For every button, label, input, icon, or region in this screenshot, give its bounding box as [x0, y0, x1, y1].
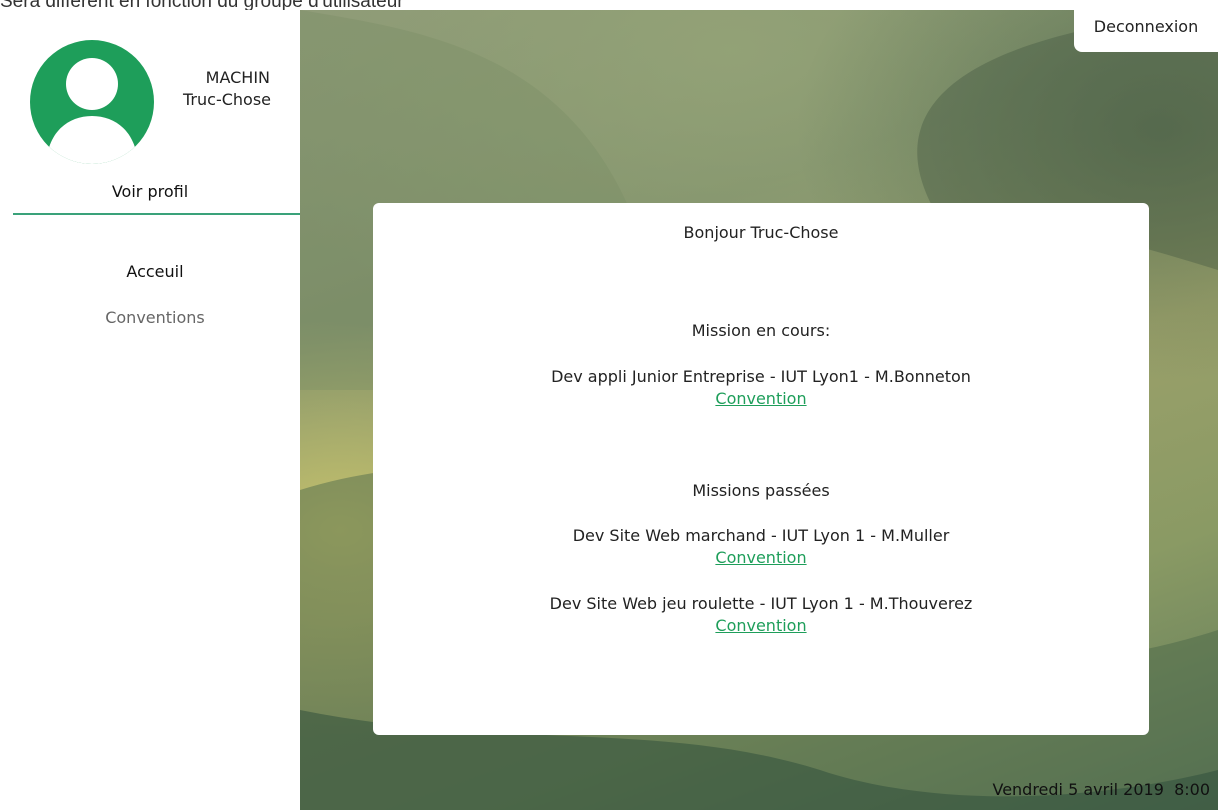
past-mission-title: Dev Site Web jeu roulette - IUT Lyon 1 -… [549, 594, 973, 613]
current-missions-heading: Mission en cours: [691, 321, 831, 340]
datetime-display: Vendredi 5 avril 2019 8:00 [992, 780, 1210, 799]
logout-button[interactable]: Deconnexion [1074, 10, 1218, 52]
view-profile-link[interactable]: Voir profil [0, 182, 300, 201]
user-last-name: MACHIN [205, 68, 270, 87]
sidebar-divider [13, 213, 300, 215]
current-mission-title: Dev appli Junior Entreprise - IUT Lyon1 … [551, 367, 971, 386]
past-mission-convention-link[interactable]: Convention [715, 548, 806, 567]
past-missions-heading: Missions passées [692, 481, 830, 500]
past-mission-convention-link[interactable]: Convention [715, 616, 806, 635]
avatar [30, 40, 154, 164]
current-mission-convention-link[interactable]: Convention [715, 389, 806, 408]
welcome-card: Bonjour Truc-Chose Mission en cours: Dev… [373, 203, 1149, 735]
user-silhouette-icon [46, 58, 138, 164]
sidebar: MACHIN Truc-Chose Voir profil Acceuil Co… [0, 10, 300, 810]
greeting: Bonjour Truc-Chose [683, 223, 839, 242]
user-first-name: Truc-Chose [183, 90, 271, 109]
past-mission-title: Dev Site Web marchand - IUT Lyon 1 - M.M… [572, 526, 950, 545]
sidebar-item-home[interactable]: Acceuil [0, 262, 310, 281]
sidebar-item-conventions[interactable]: Conventions [0, 308, 310, 327]
